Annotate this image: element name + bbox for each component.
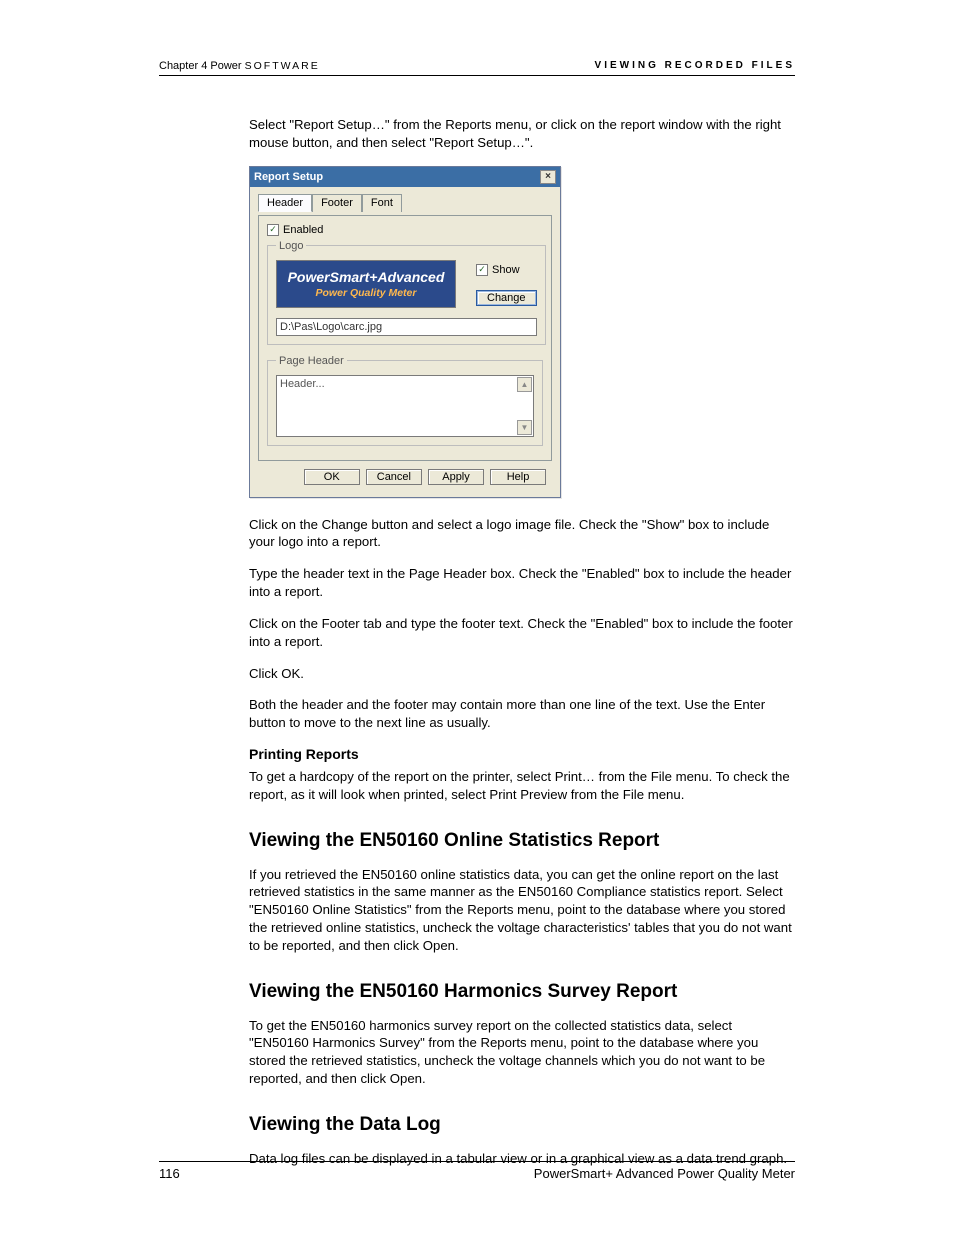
heading-printing: Printing Reports xyxy=(249,746,795,762)
header-placeholder: Header... xyxy=(280,378,325,390)
rh-software: SOFTWARE xyxy=(245,60,320,72)
scroll-up-icon[interactable]: ▲ xyxy=(517,377,532,392)
logo-line1: PowerSmart+Advanced xyxy=(288,269,445,285)
logo-preview: PowerSmart+Advanced Power Quality Meter xyxy=(276,260,456,308)
scroll-down-icon[interactable]: ▼ xyxy=(517,420,532,435)
para-printing: To get a hardcopy of the report on the p… xyxy=(249,768,795,804)
apply-button[interactable]: Apply xyxy=(428,469,484,485)
tab-panel-header: ✓ Enabled Logo PowerSmart+Advanced Power… xyxy=(258,215,552,461)
rh-chapter: Chapter 4 Power xyxy=(159,60,245,72)
enabled-checkbox[interactable]: ✓ Enabled xyxy=(267,224,543,236)
running-head: Chapter 4 Power SOFTWARE VIEWING RECORDE… xyxy=(159,60,795,76)
heading-online-stats: Viewing the EN50160 Online Statistics Re… xyxy=(249,830,795,852)
heading-datalog: Viewing the Data Log xyxy=(249,1114,795,1136)
page-header-group: Page Header Header... ▲ ▼ xyxy=(267,355,543,446)
para-ok: Click OK. xyxy=(249,665,795,683)
close-icon[interactable]: × xyxy=(540,170,556,184)
tab-header[interactable]: Header xyxy=(258,194,312,212)
para-online-stats: If you retrieved the EN50160 online stat… xyxy=(249,866,795,955)
checkmark-icon: ✓ xyxy=(267,224,279,236)
para-footer: Click on the Footer tab and type the foo… xyxy=(249,615,795,651)
page-number: 116 xyxy=(159,1166,180,1181)
dialog-titlebar: Report Setup × xyxy=(250,167,560,187)
tab-font[interactable]: Font xyxy=(362,194,402,212)
heading-harmonics: Viewing the EN50160 Harmonics Survey Rep… xyxy=(249,981,795,1003)
show-checkbox[interactable]: ✓ Show xyxy=(476,264,537,276)
report-setup-dialog: Report Setup × Header Footer Font ✓ Enab… xyxy=(249,166,561,498)
show-label: Show xyxy=(492,264,520,276)
logo-group: Logo PowerSmart+Advanced Power Quality M… xyxy=(267,240,546,345)
checkmark-icon: ✓ xyxy=(476,264,488,276)
para-change: Click on the Change button and select a … xyxy=(249,516,795,552)
para-multiline: Both the header and the footer may conta… xyxy=(249,696,795,732)
dialog-tabs: Header Footer Font xyxy=(258,193,552,211)
running-head-left: Chapter 4 Power SOFTWARE xyxy=(159,60,320,72)
page-header-legend: Page Header xyxy=(276,355,347,367)
dialog-button-row: OK Cancel Apply Help xyxy=(258,461,552,487)
header-textarea[interactable]: Header... ▲ ▼ xyxy=(276,375,534,437)
tab-footer[interactable]: Footer xyxy=(312,194,362,212)
para-header: Type the header text in the Page Header … xyxy=(249,565,795,601)
ok-button[interactable]: OK xyxy=(304,469,360,485)
enabled-label: Enabled xyxy=(283,224,323,236)
logo-line2: Power Quality Meter xyxy=(316,287,417,299)
logo-path-input[interactable] xyxy=(276,318,537,336)
cancel-button[interactable]: Cancel xyxy=(366,469,422,485)
logo-legend: Logo xyxy=(276,240,306,252)
help-button[interactable]: Help xyxy=(490,469,546,485)
footer-title: PowerSmart+ Advanced Power Quality Meter xyxy=(534,1166,795,1181)
running-head-right: VIEWING RECORDED FILES xyxy=(595,60,795,72)
dialog-title: Report Setup xyxy=(254,171,323,183)
para-intro: Select "Report Setup…" from the Reports … xyxy=(249,116,795,152)
change-button[interactable]: Change xyxy=(476,290,537,306)
page-footer: 116 PowerSmart+ Advanced Power Quality M… xyxy=(159,1161,795,1181)
para-harmonics: To get the EN50160 harmonics survey repo… xyxy=(249,1017,795,1088)
content-area: Select "Report Setup…" from the Reports … xyxy=(249,116,795,1168)
